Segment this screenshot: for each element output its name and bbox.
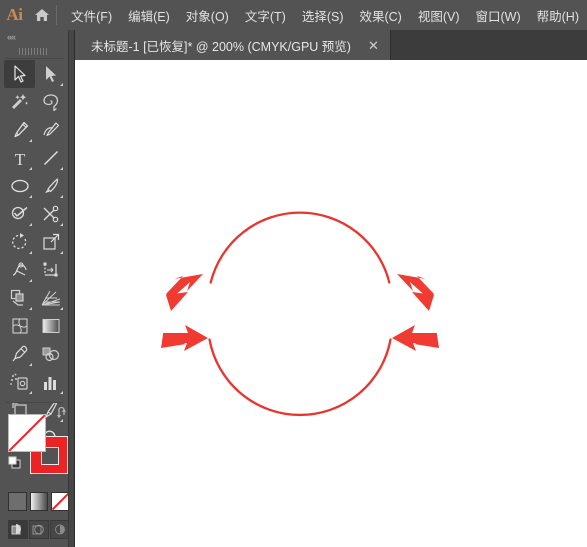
menu-bar: Ai 文件(F) 编辑(E) 对象(O) 文字(T) 选择(S) 效果(C) 视…	[0, 0, 587, 30]
curvature-tool[interactable]	[35, 116, 66, 144]
line-segment-tool[interactable]	[35, 144, 66, 172]
menu-item-list: 文件(F) 编辑(E) 对象(O) 文字(T) 选择(S) 效果(C) 视图(V…	[63, 2, 587, 29]
document-tab-label: 未标题-1 [已恢复]* @ 200% (CMYK/GPU 预览)	[91, 39, 351, 54]
menu-help[interactable]: 帮助(H)	[529, 2, 587, 29]
menu-object[interactable]: 对象(O)	[178, 2, 237, 29]
tool-more-indicator	[60, 223, 63, 226]
fill-stroke-controls	[8, 406, 70, 476]
arrow-lower-right[interactable]	[392, 325, 439, 351]
width-tool[interactable]	[4, 256, 35, 284]
tool-more-indicator	[29, 391, 32, 394]
tools-panel: «« T	[0, 30, 75, 547]
menu-window[interactable]: 窗口(W)	[468, 2, 529, 29]
artboard-canvas[interactable]	[75, 60, 587, 547]
lasso-tool[interactable]	[35, 88, 66, 116]
menu-divider	[56, 5, 58, 25]
symbol-sprayer-tool[interactable]	[4, 368, 35, 396]
tool-more-indicator	[29, 223, 32, 226]
toolbar-divider	[6, 58, 64, 59]
home-icon[interactable]	[29, 0, 54, 30]
tool-more-indicator	[60, 167, 63, 170]
toolbar-divider-2	[6, 402, 64, 403]
column-graph-tool[interactable]	[35, 368, 66, 396]
perspective-grid-tool[interactable]	[35, 284, 66, 312]
tool-more-indicator	[29, 167, 32, 170]
selection-tool[interactable]	[4, 60, 35, 88]
tool-more-indicator	[29, 139, 32, 142]
tool-more-indicator	[60, 83, 63, 86]
illustrator-window: Ai 文件(F) 编辑(E) 对象(O) 文字(T) 选择(S) 效果(C) 视…	[0, 0, 587, 547]
pen-tool[interactable]	[4, 116, 35, 144]
direct-selection-tool[interactable]	[35, 60, 66, 88]
menu-view[interactable]: 视图(V)	[410, 2, 468, 29]
tool-more-indicator	[60, 307, 63, 310]
shaper-tool[interactable]	[4, 200, 35, 228]
tool-more-indicator	[29, 251, 32, 254]
tool-more-indicator	[60, 195, 63, 198]
gradient-mode-button[interactable]	[29, 492, 48, 511]
tool-grid: T	[4, 60, 66, 452]
menu-file[interactable]: 文件(F)	[63, 2, 120, 29]
tool-more-indicator	[60, 391, 63, 394]
menu-type[interactable]: 文字(T)	[237, 2, 294, 29]
menu-effect[interactable]: 效果(C)	[351, 2, 409, 29]
panel-drag-handle[interactable]	[0, 44, 68, 58]
swap-fill-stroke-icon[interactable]	[56, 406, 70, 420]
free-transform-tool[interactable]	[35, 256, 66, 284]
menu-select[interactable]: 选择(S)	[294, 2, 352, 29]
arrow-upper-right[interactable]	[397, 274, 434, 311]
shape-builder-tool[interactable]	[4, 284, 35, 312]
scissors-tool[interactable]	[35, 200, 66, 228]
toolbar-right-edge	[68, 30, 74, 547]
circle-arc-bottom[interactable]	[208, 338, 392, 417]
arrow-upper-left[interactable]	[166, 274, 203, 311]
gradient-tool[interactable]	[35, 312, 66, 340]
document-tab-bar: 未标题-1 [已恢复]* @ 200% (CMYK/GPU 预览) ✕	[75, 30, 587, 60]
tool-more-indicator	[29, 279, 32, 282]
menu-edit[interactable]: 编辑(E)	[120, 2, 178, 29]
paint-mode-row	[8, 492, 70, 514]
ellipse-tool[interactable]	[4, 172, 35, 200]
draw-normal-button[interactable]	[8, 520, 28, 539]
circle-arc-top[interactable]	[209, 211, 391, 284]
app-logo: Ai	[6, 5, 23, 24]
tool-more-indicator	[60, 251, 63, 254]
type-tool[interactable]: T	[4, 144, 35, 172]
magic-wand-tool[interactable]	[4, 88, 35, 116]
fill-swatch[interactable]	[8, 414, 46, 452]
tool-more-indicator	[29, 307, 32, 310]
svg-text:T: T	[14, 150, 25, 167]
document-tab[interactable]: 未标题-1 [已恢复]* @ 200% (CMYK/GPU 预览) ✕	[75, 30, 391, 60]
eyedropper-tool[interactable]	[4, 340, 35, 368]
arrow-lower-left[interactable]	[161, 325, 208, 351]
mesh-tool[interactable]	[4, 312, 35, 340]
draw-inside-button[interactable]	[50, 520, 70, 539]
close-icon[interactable]: ✕	[363, 39, 384, 52]
color-mode-button[interactable]	[8, 492, 27, 511]
blend-tool[interactable]	[35, 340, 66, 368]
tool-more-indicator	[29, 195, 32, 198]
rotate-tool[interactable]	[4, 228, 35, 256]
draw-mode-row	[8, 520, 70, 540]
artwork-vector	[161, 211, 439, 417]
tool-more-indicator	[29, 363, 32, 366]
paintbrush-tool[interactable]	[35, 172, 66, 200]
draw-behind-button[interactable]	[29, 520, 49, 539]
collapse-panel-icon[interactable]: ««	[0, 30, 68, 44]
scale-tool[interactable]	[35, 228, 66, 256]
default-fill-stroke-icon[interactable]	[8, 456, 22, 470]
none-slash-icon	[9, 415, 45, 451]
